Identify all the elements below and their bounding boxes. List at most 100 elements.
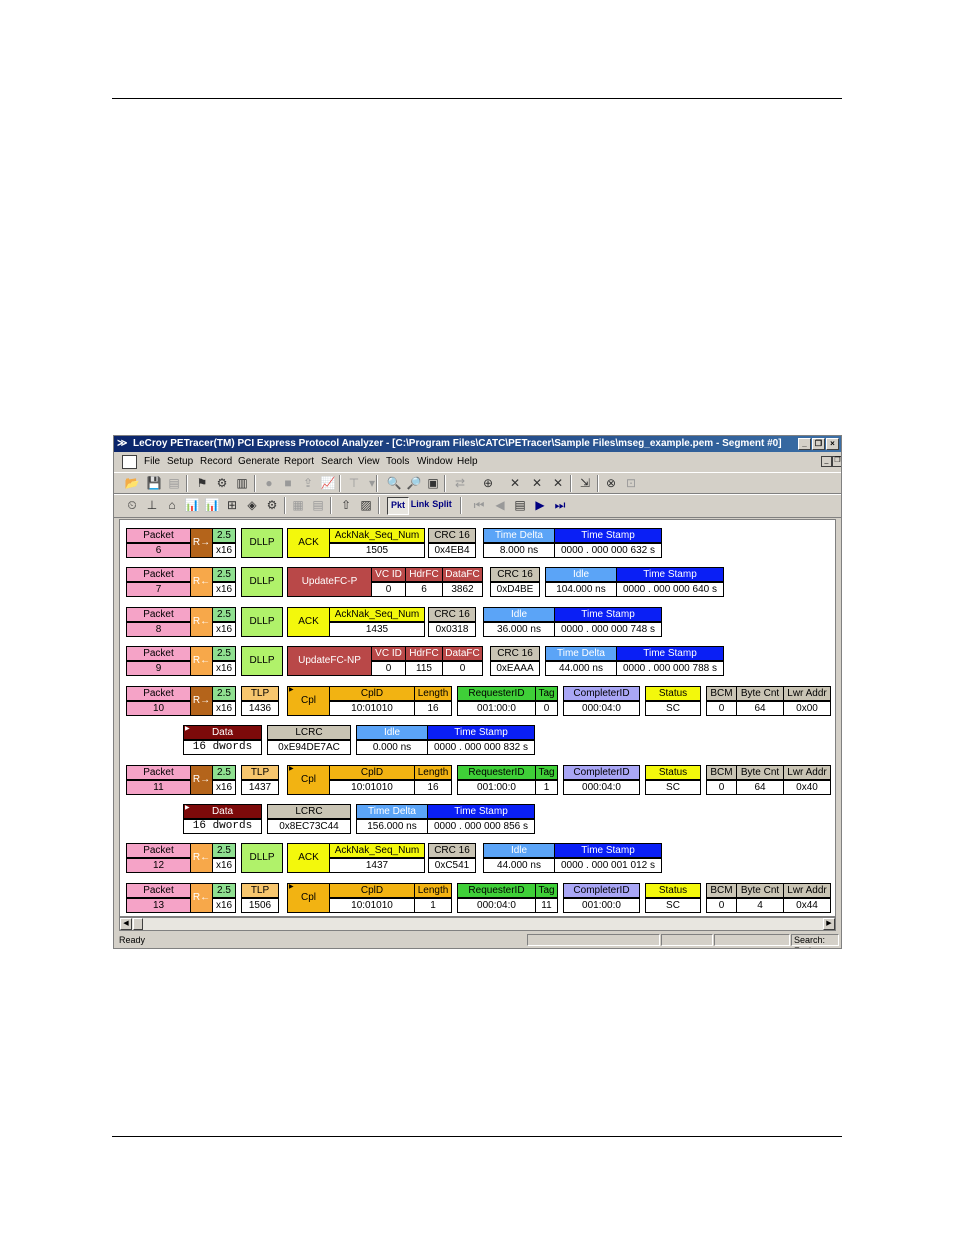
wrap-icon[interactable]: ▣ [425, 475, 441, 491]
zoom-in-icon[interactable]: 🔍 [386, 475, 402, 491]
packet-row[interactable]: Packet 12 R← 2.5 x16 DLLP ACK AckNak_Seq… [126, 843, 686, 875]
top-rule [112, 98, 842, 99]
prev-icon[interactable]: ◀ [492, 497, 508, 513]
expand-arrow-icon[interactable]: ▶ [185, 805, 190, 811]
print-icon[interactable]: ▤ [166, 475, 182, 491]
stop-icon[interactable]: ■ [280, 475, 296, 491]
status-pane-1 [527, 934, 660, 946]
bcm-value: 0 [706, 780, 737, 795]
record-icon[interactable]: ● [261, 475, 277, 491]
packet-payload-row[interactable]: ▶ Data 16 dwords LCRC 0x8EC73C44 Time Del… [183, 804, 543, 836]
save-icon[interactable]: 💾 [146, 475, 162, 491]
mdi-restore-button[interactable]: ❐ [832, 456, 841, 467]
ack-seq-header: AckNak_Seq_Num [329, 528, 425, 543]
menu-help[interactable]: Help [457, 453, 478, 470]
navigate-icon[interactable]: ⇄ [452, 475, 468, 491]
first-icon[interactable]: ⏮ [471, 497, 487, 513]
traffic-icon[interactable]: ⊥ [144, 497, 160, 513]
decode-icon[interactable]: ⊞ [224, 497, 240, 513]
open-icon[interactable]: 📂 [124, 475, 140, 491]
hide-icon[interactable]: ✕ [507, 475, 523, 491]
crc-value: 0x4EB4 [428, 543, 476, 558]
packet-type: DLLP [241, 646, 283, 676]
packet-row[interactable]: Packet 7 R← 2.5 x16 DLLP UpdateFC-P VC I… [126, 567, 736, 599]
upload-trace-icon[interactable]: ⇧ [338, 497, 354, 513]
timing-icon[interactable]: ⌂ [164, 497, 180, 513]
goto-icon[interactable]: ▤ [512, 497, 528, 513]
packet-row[interactable]: Packet 11 R→ 2.5 x16 TLP 1437 ▶ Cpl CplD … [126, 765, 835, 797]
options-icon[interactable]: ⊡ [623, 475, 639, 491]
close-button[interactable]: × [826, 438, 839, 450]
app-window: ≫ LeCroy PETracer(TM) PCI Express Protoco… [113, 435, 842, 949]
separator [254, 475, 256, 492]
packet-header: Packet [126, 686, 191, 701]
zoom-out-icon[interactable]: 🔎 [406, 475, 422, 491]
bar-chart2-icon[interactable]: 📊 [204, 497, 220, 513]
menu-record[interactable]: Record [200, 453, 232, 470]
exerciser-icon[interactable]: ⊤ [346, 475, 362, 491]
binoculars-icon[interactable]: ⊗ [603, 475, 619, 491]
minimize-button[interactable]: _ [798, 438, 811, 450]
format-icon[interactable]: ▨ [358, 497, 374, 513]
cplid-header: CplD [329, 686, 415, 701]
horizontal-scrollbar[interactable]: ◀ ▶ [119, 917, 836, 931]
grid-icon[interactable]: ▦ [290, 497, 306, 513]
menu-setup[interactable]: Setup [167, 453, 193, 470]
menu-report[interactable]: Report [284, 453, 314, 470]
restore-button[interactable]: ❐ [812, 438, 825, 450]
scroll-right-icon[interactable]: ▶ [823, 918, 835, 930]
packet-row[interactable]: Packet 13 R← 2.5 x16 TLP 1506 ▶ Cpl CplD … [126, 883, 835, 915]
byte-count-value: 64 [736, 780, 784, 795]
packet-header: Packet [126, 646, 191, 661]
packet-row[interactable]: Packet 6 R→ 2.5 x16 DLLP ACK AckNak_Seq_… [126, 528, 686, 560]
lcrc-header: LCRC [267, 725, 351, 740]
document-icon[interactable] [122, 455, 137, 469]
time-delta-header: Time Delta [545, 646, 617, 661]
trigger-icon[interactable]: ⚑ [194, 475, 210, 491]
scroll-thumb[interactable] [133, 918, 143, 930]
vc-id-header: VC ID [371, 646, 406, 661]
hide-all-icon[interactable]: ✕ [529, 475, 545, 491]
statistics-icon[interactable]: ⏲ [124, 497, 140, 513]
split-view-button[interactable]: Split [432, 497, 452, 513]
time-delta-header: Time Delta [483, 528, 555, 543]
settings-icon[interactable]: ▥ [234, 475, 250, 491]
filter-icon[interactable]: ⚙ [214, 475, 230, 491]
diamond-icon[interactable]: ◈ [244, 497, 260, 513]
menu-tools[interactable]: Tools [386, 453, 409, 470]
upload-icon[interactable]: ⇪ [300, 475, 316, 491]
packet-payload-row[interactable]: ▶ Data 16 dwords LCRC 0xE94DE7AC Idle 0.0… [183, 725, 543, 757]
next-icon[interactable]: ▶ [532, 497, 548, 513]
menu-generate[interactable]: Generate [238, 453, 280, 470]
tlp-kind-label: Cpl [300, 695, 316, 706]
packet-row[interactable]: Packet 8 R← 2.5 x16 DLLP ACK AckNak_Seq_… [126, 607, 686, 639]
length-value: 1 [414, 898, 452, 913]
export-icon[interactable]: ⇲ [577, 475, 593, 491]
expand-arrow-icon[interactable]: ▶ [289, 884, 294, 890]
search-icon[interactable]: ⊕ [480, 475, 496, 491]
hide-skip-icon[interactable]: ✕ [550, 475, 566, 491]
cplid-value: 10:01010 [329, 898, 415, 913]
expand-arrow-icon[interactable]: ▶ [289, 687, 294, 693]
scroll-left-icon[interactable]: ◀ [120, 918, 132, 930]
packet-row[interactable]: Packet 9 R← 2.5 x16 DLLP UpdateFC-NP VC … [126, 646, 736, 678]
expand-arrow-icon[interactable]: ▶ [185, 726, 190, 732]
mdi-minimize-button[interactable]: _ [821, 456, 832, 467]
packet-row[interactable]: Packet 10 R→ 2.5 x16 TLP 1436 ▶ Cpl CplD … [126, 686, 835, 718]
menu-window[interactable]: Window [417, 453, 453, 470]
expand-arrow-icon[interactable]: ▶ [289, 766, 294, 772]
menu-file[interactable]: File [144, 453, 160, 470]
link-view-button[interactable]: Link [410, 497, 430, 513]
data-header-label: Data [211, 727, 234, 738]
packet-header: Packet [126, 883, 191, 898]
bar-chart-icon[interactable]: 📊 [184, 497, 200, 513]
gear-icon[interactable]: ⚙ [264, 497, 280, 513]
menu-view[interactable]: View [358, 453, 380, 470]
table-icon[interactable]: ▤ [310, 497, 326, 513]
menu-search[interactable]: Search [321, 453, 353, 470]
chart-icon[interactable]: 📈 [320, 475, 336, 491]
link-speed: 2.5 [212, 607, 236, 622]
pkt-view-button[interactable]: Pkt [387, 497, 409, 515]
last-icon[interactable]: ⏭ [552, 497, 568, 513]
separator [444, 475, 446, 492]
